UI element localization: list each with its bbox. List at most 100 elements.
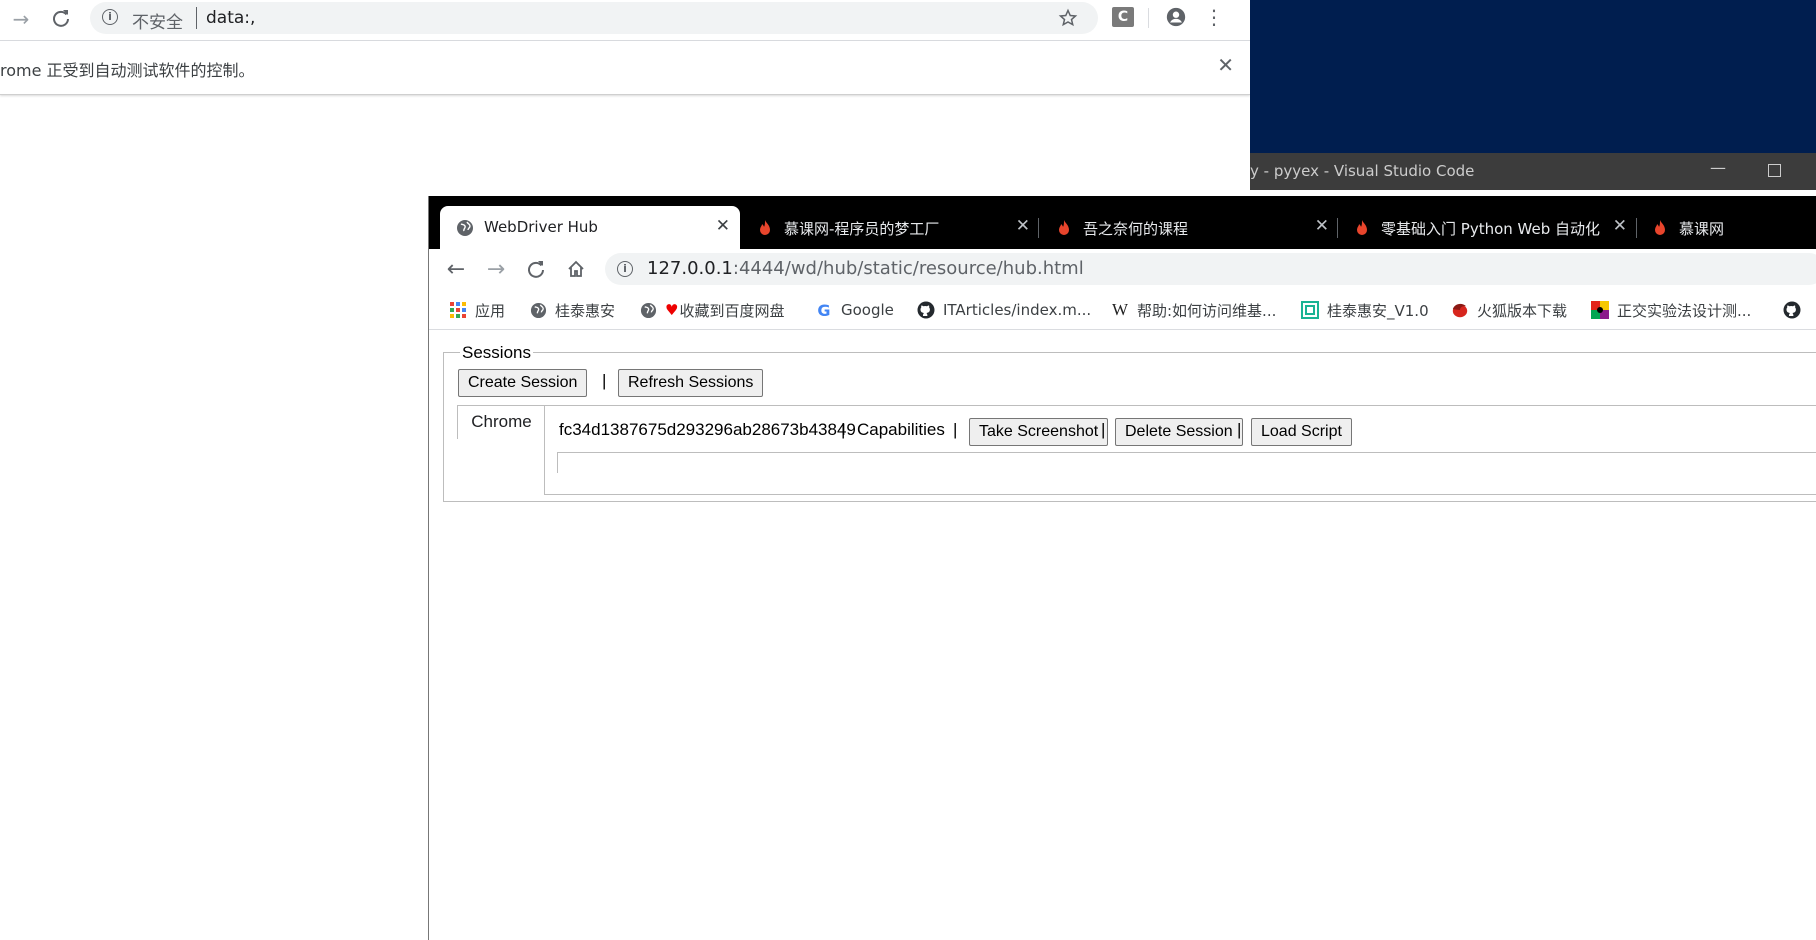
url-text[interactable]: 127.0.0.1:4444/wd/hub/static/resource/hu… bbox=[647, 258, 1084, 279]
separator: | bbox=[1237, 420, 1242, 439]
reload-icon[interactable] bbox=[48, 5, 74, 31]
tab-imooc[interactable]: 慕课网 bbox=[1635, 206, 1816, 249]
bookmark-label: 正交实验法设计测... bbox=[1617, 301, 1752, 320]
menu-dots-icon[interactable]: ⋮ bbox=[1202, 5, 1226, 29]
home-icon[interactable] bbox=[563, 256, 589, 282]
colorful-square-icon bbox=[1591, 301, 1609, 319]
bookmark-label: 火狐版本下载 bbox=[1477, 301, 1568, 320]
github-icon bbox=[1783, 301, 1801, 319]
bookmark-guitai-v1[interactable]: 桂泰惠安_V1.0 bbox=[1301, 299, 1429, 321]
tab-webdriver-hub[interactable]: WebDriver Hub ✕ bbox=[440, 206, 740, 249]
bookmark-github-partial[interactable] bbox=[1783, 299, 1809, 321]
tab-title: 零基础入门 Python Web 自动化 bbox=[1381, 220, 1601, 238]
bookmark-apps[interactable]: 应用 bbox=[449, 299, 505, 321]
wikipedia-icon: W bbox=[1111, 300, 1129, 319]
bookmark-baidu-pan[interactable]: ♥ 收藏到百度网盘 bbox=[639, 299, 784, 321]
sessions-fieldset: Sessions Create Session | Refresh Sessio… bbox=[443, 343, 1816, 502]
bookmark-guitai[interactable]: 桂泰惠安 bbox=[529, 299, 615, 321]
front-chrome-window: WebDriver Hub ✕ 慕课网-程序员的梦工厂 ✕ 吾之奈何的课程 ✕ … bbox=[428, 196, 1816, 940]
bookmark-google[interactable]: G Google bbox=[815, 299, 894, 321]
github-icon bbox=[917, 301, 935, 319]
star-icon[interactable] bbox=[1056, 6, 1080, 30]
url-path: :4444/wd/hub/static/resource/hub.html bbox=[732, 258, 1084, 279]
address-bar[interactable]: i 127.0.0.1:4444/wd/hub/static/resource/… bbox=[605, 253, 1816, 285]
maximize-icon[interactable] bbox=[1768, 164, 1781, 177]
separator: | bbox=[602, 371, 607, 390]
globe-icon bbox=[456, 219, 474, 237]
background-address-bar[interactable]: i 不安全 data:, bbox=[90, 2, 1098, 34]
background-toolbar: → i 不安全 data:, C ⋮ bbox=[0, 0, 1250, 41]
background-url-text[interactable]: data:, bbox=[206, 8, 255, 28]
tab-imooc-home[interactable]: 慕课网-程序员的梦工厂 ✕ bbox=[740, 206, 1040, 249]
flame-icon bbox=[1651, 219, 1669, 237]
bookmark-firefox[interactable]: 火狐版本下载 bbox=[1451, 299, 1567, 321]
flame-icon bbox=[1055, 219, 1073, 237]
bookmark-label: 桂泰惠安 bbox=[555, 301, 616, 320]
session-output-area bbox=[557, 452, 1816, 473]
toolbar-divider bbox=[1148, 8, 1149, 28]
take-screenshot-button[interactable]: Take Screenshot bbox=[969, 418, 1109, 446]
flame-icon bbox=[756, 219, 774, 237]
insecure-label: 不安全 bbox=[132, 13, 183, 33]
separator: | bbox=[1101, 420, 1106, 439]
forward-arrow-icon[interactable]: → bbox=[483, 256, 509, 282]
bookmark-label: 收藏到百度网盘 bbox=[679, 301, 785, 320]
tab-strip: WebDriver Hub ✕ 慕课网-程序员的梦工厂 ✕ 吾之奈何的课程 ✕ … bbox=[429, 196, 1816, 249]
info-icon[interactable]: i bbox=[102, 9, 118, 25]
bookmark-label: 应用 bbox=[475, 301, 506, 320]
green-square-icon bbox=[1301, 301, 1319, 319]
separator: | bbox=[841, 420, 846, 439]
bookmark-label: ITArticles/index.m... bbox=[943, 301, 1092, 319]
url-host: 127.0.0.1 bbox=[647, 258, 733, 279]
bookmark-orthogonal[interactable]: 正交实验法设计测... bbox=[1591, 299, 1751, 321]
automation-infobar: rome 正受到自动测试软件的控制。 ✕ bbox=[0, 41, 1250, 95]
bookmark-label: 桂泰惠安_V1.0 bbox=[1327, 301, 1429, 320]
minimize-icon[interactable]: — bbox=[1710, 158, 1726, 177]
automation-infobar-text: rome 正受到自动测试软件的控制。 bbox=[0, 61, 255, 80]
tab-title: 慕课网 bbox=[1679, 220, 1725, 238]
bookmarks-bar: 应用 桂泰惠安 ♥ 收藏到百度网盘 G Google ITArticles/in… bbox=[429, 289, 1816, 330]
reload-icon[interactable] bbox=[523, 256, 549, 282]
tab-title: WebDriver Hub bbox=[484, 218, 598, 236]
bookmark-itarticles[interactable]: ITArticles/index.m... bbox=[917, 299, 1091, 321]
separator: | bbox=[953, 420, 958, 439]
apps-grid-icon bbox=[449, 301, 467, 319]
tab-close-icon[interactable]: ✕ bbox=[716, 216, 730, 236]
refresh-sessions-button[interactable]: Refresh Sessions bbox=[618, 369, 764, 397]
bookmark-label: Google bbox=[841, 301, 894, 319]
google-icon: G bbox=[817, 300, 831, 320]
bookmark-wikipedia[interactable]: W 帮助:如何访问维基... bbox=[1111, 299, 1276, 321]
address-separator bbox=[196, 7, 197, 29]
tab-close-icon[interactable]: ✕ bbox=[1613, 216, 1627, 236]
capabilities-link[interactable]: Capabilities bbox=[857, 420, 945, 440]
tab-close-icon[interactable]: ✕ bbox=[1016, 216, 1030, 236]
firefox-icon bbox=[1451, 301, 1469, 319]
hub-page: Sessions Create Session | Refresh Sessio… bbox=[429, 330, 1816, 940]
tab-close-icon[interactable]: ✕ bbox=[1315, 216, 1329, 236]
session-panel: fc34d1387675d293296ab28673b43849 | Capab… bbox=[544, 405, 1816, 495]
info-icon[interactable]: i bbox=[617, 261, 633, 277]
back-arrow-icon[interactable]: ← bbox=[443, 256, 469, 282]
tab-python-web-course[interactable]: 零基础入门 Python Web 自动化 ✕ bbox=[1337, 206, 1637, 249]
bookmark-label: 帮助:如何访问维基... bbox=[1137, 301, 1277, 320]
flame-icon bbox=[1353, 219, 1371, 237]
sessions-legend: Sessions bbox=[460, 343, 533, 363]
forward-arrow-icon[interactable]: → bbox=[8, 6, 34, 32]
session-tab-chrome[interactable]: Chrome bbox=[457, 405, 545, 439]
globe-icon bbox=[529, 301, 547, 319]
heart-icon: ♥ bbox=[665, 301, 679, 319]
vscode-titlebar: y - pyyex - Visual Studio Code — bbox=[1250, 153, 1816, 190]
vscode-title: y - pyyex - Visual Studio Code bbox=[1250, 162, 1475, 180]
delete-session-button[interactable]: Delete Session bbox=[1115, 418, 1243, 446]
globe-icon bbox=[639, 301, 657, 319]
vscode-window: y - pyyex - Visual Studio Code — bbox=[1250, 0, 1816, 190]
create-session-button[interactable]: Create Session bbox=[458, 369, 588, 397]
extension-c-icon[interactable]: C bbox=[1112, 7, 1134, 27]
tab-my-courses[interactable]: 吾之奈何的课程 ✕ bbox=[1039, 206, 1339, 249]
infobar-close-icon[interactable]: ✕ bbox=[1217, 53, 1234, 77]
session-id: fc34d1387675d293296ab28673b43849 bbox=[559, 420, 856, 439]
front-toolbar: ← → i 127.0.0.1:4444/wd/hub/static/resou… bbox=[429, 249, 1816, 289]
load-script-button[interactable]: Load Script bbox=[1251, 418, 1352, 446]
profile-avatar-icon[interactable] bbox=[1164, 5, 1188, 29]
tab-title: 慕课网-程序员的梦工厂 bbox=[784, 220, 940, 238]
